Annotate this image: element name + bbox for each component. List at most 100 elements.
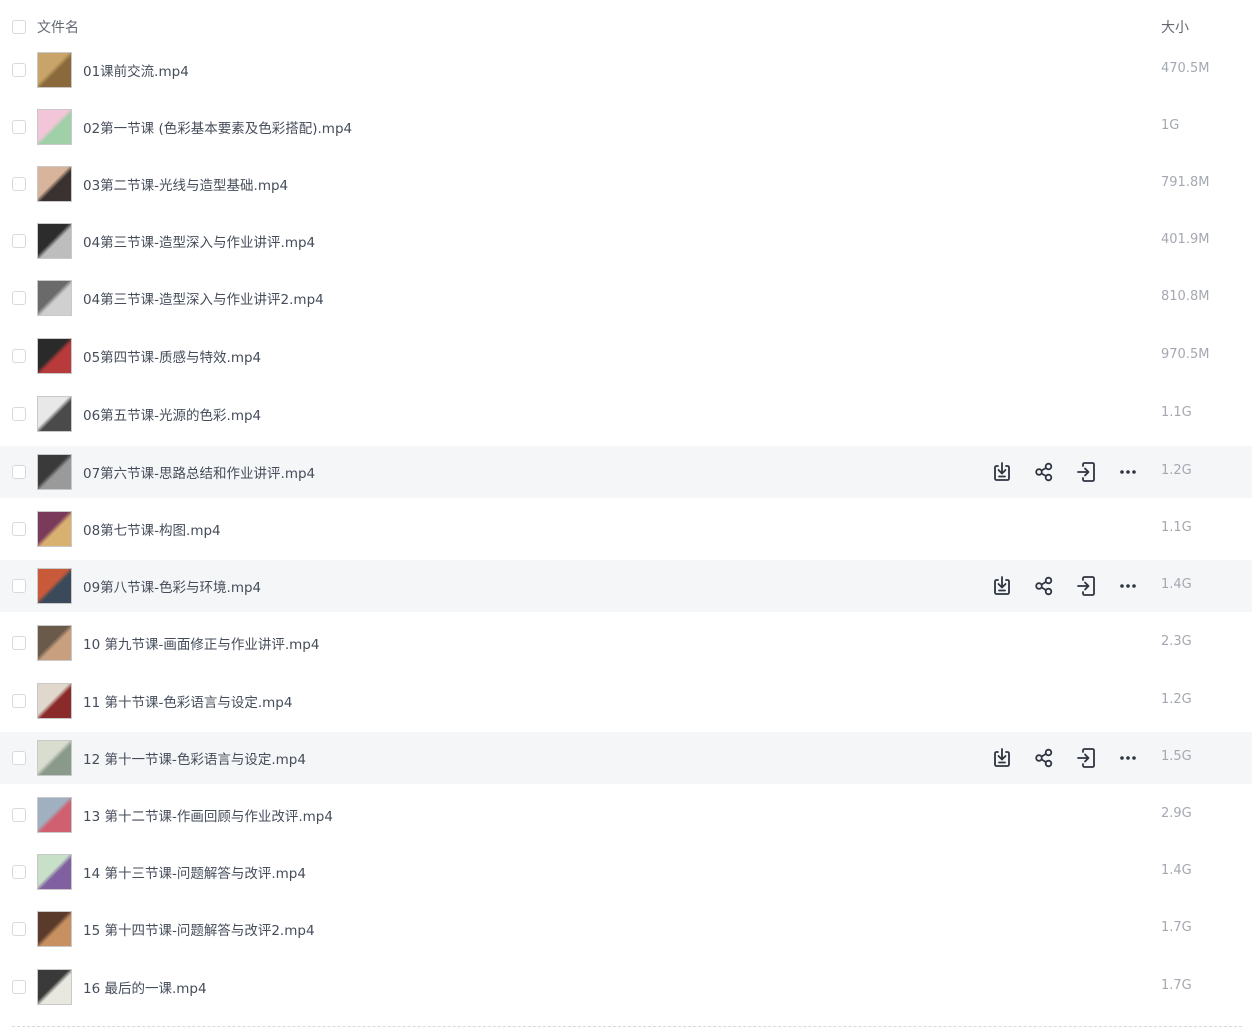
column-header-size[interactable]: 大小: [1161, 17, 1189, 37]
file-size: 401.9M: [1161, 232, 1210, 247]
file-size: 1.5G: [1161, 749, 1192, 764]
row-checkbox[interactable]: [12, 636, 26, 650]
file-row[interactable]: 02第一节课 (色彩基本要素及色彩搭配).mp4 1G: [0, 101, 1252, 153]
row-actions: [990, 574, 1140, 598]
video-thumbnail[interactable]: [37, 280, 72, 316]
row-checkbox[interactable]: [12, 980, 26, 994]
more-icon[interactable]: [1116, 460, 1140, 484]
video-thumbnail[interactable]: [37, 969, 72, 1005]
row-checkbox[interactable]: [12, 694, 26, 708]
file-name[interactable]: 16 最后的一课.mp4: [83, 977, 207, 997]
file-name[interactable]: 03第二节课-光线与造型基础.mp4: [83, 174, 288, 194]
move-icon[interactable]: [1074, 574, 1098, 598]
row-checkbox[interactable]: [12, 922, 26, 936]
file-name[interactable]: 06第五节课-光源的色彩.mp4: [83, 404, 261, 424]
select-all-checkbox[interactable]: [12, 20, 26, 34]
row-checkbox[interactable]: [12, 465, 26, 479]
column-header-name[interactable]: 文件名: [37, 17, 79, 37]
row-checkbox[interactable]: [12, 349, 26, 363]
file-row[interactable]: 04第三节课-造型深入与作业讲评.mp4 401.9M: [0, 215, 1252, 267]
file-row[interactable]: 05第四节课-质感与特效.mp4 970.5M: [0, 330, 1252, 382]
file-row[interactable]: 08第七节课-构图.mp4 1.1G: [0, 503, 1252, 555]
video-thumbnail[interactable]: [37, 683, 72, 719]
row-checkbox[interactable]: [12, 291, 26, 305]
row-checkbox[interactable]: [12, 407, 26, 421]
file-row[interactable]: 10 第九节课-画面修正与作业讲评.mp4 2.3G: [0, 617, 1252, 669]
video-thumbnail[interactable]: [37, 625, 72, 661]
share-icon[interactable]: [1032, 746, 1056, 770]
row-checkbox[interactable]: [12, 865, 26, 879]
download-icon[interactable]: [990, 574, 1014, 598]
row-checkbox[interactable]: [12, 177, 26, 191]
more-icon[interactable]: [1116, 574, 1140, 598]
file-name[interactable]: 04第三节课-造型深入与作业讲评.mp4: [83, 231, 315, 251]
file-size: 970.5M: [1161, 347, 1210, 362]
row-checkbox[interactable]: [12, 751, 26, 765]
video-thumbnail[interactable]: [37, 166, 72, 202]
video-thumbnail[interactable]: [37, 52, 72, 88]
move-icon[interactable]: [1074, 746, 1098, 770]
file-row[interactable]: 03第二节课-光线与造型基础.mp4 791.8M: [0, 158, 1252, 210]
file-row[interactable]: 16 最后的一课.mp4 1.7G: [0, 961, 1252, 1013]
file-row[interactable]: 12 第十一节课-色彩语言与设定.mp4 1.5G: [0, 732, 1252, 784]
video-thumbnail[interactable]: [37, 854, 72, 890]
file-name[interactable]: 07第六节课-思路总结和作业讲评.mp4: [83, 462, 315, 482]
row-checkbox[interactable]: [12, 808, 26, 822]
file-name[interactable]: 02第一节课 (色彩基本要素及色彩搭配).mp4: [83, 117, 352, 137]
file-size: 470.5M: [1161, 61, 1210, 76]
file-name[interactable]: 13 第十二节课-作画回顾与作业改评.mp4: [83, 805, 333, 825]
file-size: 1.7G: [1161, 920, 1192, 935]
row-checkbox[interactable]: [12, 63, 26, 77]
more-icon[interactable]: [1116, 746, 1140, 770]
video-thumbnail[interactable]: [37, 568, 72, 604]
file-row[interactable]: 15 第十四节课-问题解答与改评2.mp4 1.7G: [0, 903, 1252, 955]
row-actions: [990, 746, 1140, 770]
file-row[interactable]: 07第六节课-思路总结和作业讲评.mp4 1.2G: [0, 446, 1252, 498]
file-list: 文件名 大小 01课前交流.mp4 470.5M 02第一节课 (色彩基本要素及色彩…: [0, 0, 1252, 1033]
file-name[interactable]: 11 第十节课-色彩语言与设定.mp4: [83, 691, 292, 711]
file-row[interactable]: 14 第十三节课-问题解答与改评.mp4 1.4G: [0, 846, 1252, 898]
file-size: 1G: [1161, 118, 1180, 133]
list-bottom-divider: [12, 1026, 1242, 1027]
video-thumbnail[interactable]: [37, 396, 72, 432]
download-icon[interactable]: [990, 746, 1014, 770]
video-thumbnail[interactable]: [37, 911, 72, 947]
file-size: 1.4G: [1161, 863, 1192, 878]
file-row[interactable]: 09第八节课-色彩与环境.mp4 1.4G: [0, 560, 1252, 612]
video-thumbnail[interactable]: [37, 454, 72, 490]
file-row[interactable]: 06第五节课-光源的色彩.mp4 1.1G: [0, 388, 1252, 440]
file-name[interactable]: 15 第十四节课-问题解答与改评2.mp4: [83, 919, 315, 939]
file-size: 2.3G: [1161, 634, 1192, 649]
file-row[interactable]: 04第三节课-造型深入与作业讲评2.mp4 810.8M: [0, 272, 1252, 324]
file-size: 1.4G: [1161, 577, 1192, 592]
move-icon[interactable]: [1074, 460, 1098, 484]
video-thumbnail[interactable]: [37, 338, 72, 374]
file-row[interactable]: 01课前交流.mp4 470.5M: [0, 44, 1252, 96]
download-icon[interactable]: [990, 460, 1014, 484]
file-size: 1.7G: [1161, 978, 1192, 993]
file-name[interactable]: 10 第九节课-画面修正与作业讲评.mp4: [83, 633, 319, 653]
video-thumbnail[interactable]: [37, 511, 72, 547]
file-name[interactable]: 05第四节课-质感与特效.mp4: [83, 346, 261, 366]
file-size: 1.2G: [1161, 692, 1192, 707]
row-checkbox[interactable]: [12, 120, 26, 134]
share-icon[interactable]: [1032, 460, 1056, 484]
file-name[interactable]: 08第七节课-构图.mp4: [83, 519, 221, 539]
share-icon[interactable]: [1032, 574, 1056, 598]
file-name[interactable]: 09第八节课-色彩与环境.mp4: [83, 576, 261, 596]
row-checkbox[interactable]: [12, 522, 26, 536]
row-checkbox[interactable]: [12, 234, 26, 248]
video-thumbnail[interactable]: [37, 740, 72, 776]
file-name[interactable]: 04第三节课-造型深入与作业讲评2.mp4: [83, 288, 324, 308]
file-row[interactable]: 11 第十节课-色彩语言与设定.mp4 1.2G: [0, 675, 1252, 727]
video-thumbnail[interactable]: [37, 223, 72, 259]
file-name[interactable]: 01课前交流.mp4: [83, 60, 189, 80]
file-name[interactable]: 12 第十一节课-色彩语言与设定.mp4: [83, 748, 306, 768]
file-name[interactable]: 14 第十三节课-问题解答与改评.mp4: [83, 862, 306, 882]
video-thumbnail[interactable]: [37, 109, 72, 145]
video-thumbnail[interactable]: [37, 797, 72, 833]
file-size: 2.9G: [1161, 806, 1192, 821]
file-size: 1.1G: [1161, 520, 1192, 535]
file-row[interactable]: 13 第十二节课-作画回顾与作业改评.mp4 2.9G: [0, 789, 1252, 841]
row-checkbox[interactable]: [12, 579, 26, 593]
